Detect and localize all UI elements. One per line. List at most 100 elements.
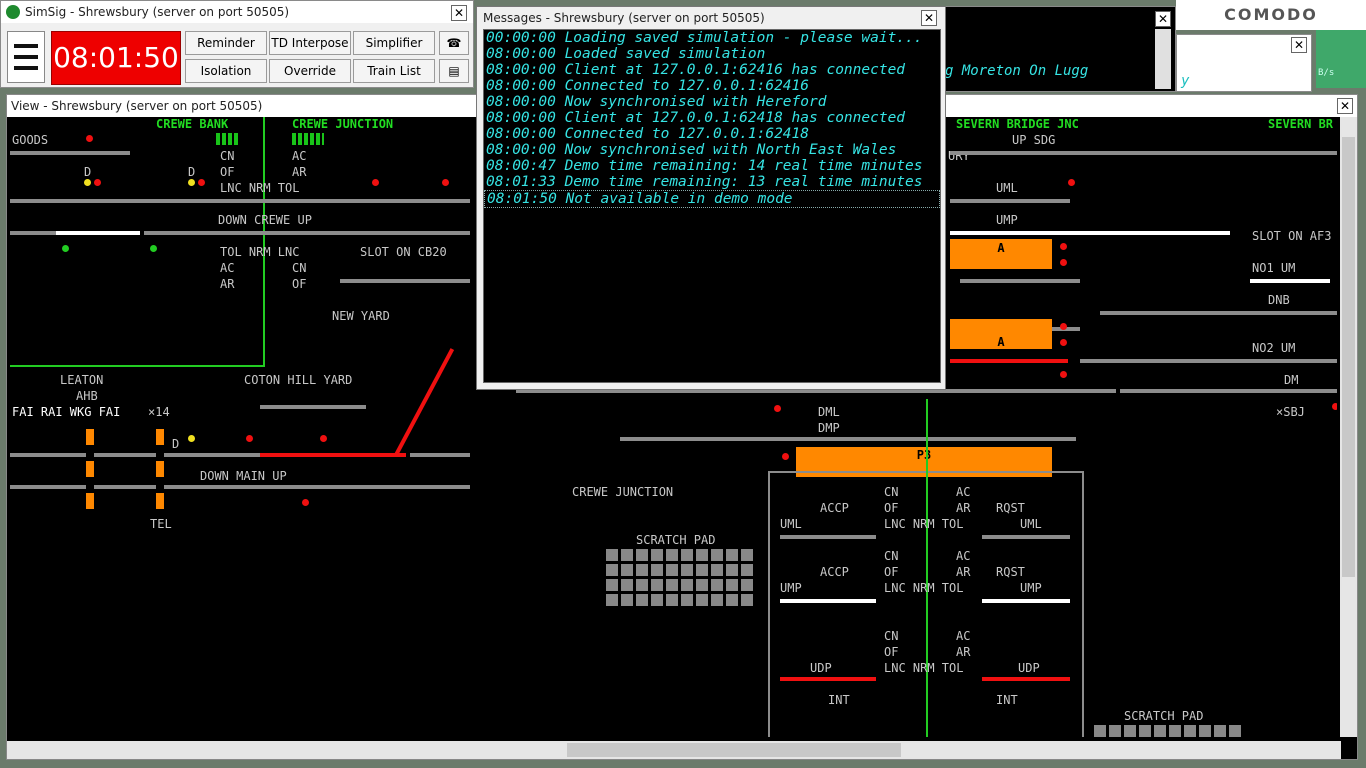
track-occupied[interactable]	[260, 453, 406, 457]
green-panel-divider	[926, 399, 928, 737]
signal[interactable]	[1060, 243, 1067, 250]
signal[interactable]	[188, 435, 195, 442]
signal[interactable]	[302, 499, 309, 506]
label-crewe-bank: CREWE BANK	[156, 117, 229, 131]
platform-label: A	[997, 335, 1005, 349]
vertical-scrollbar[interactable]	[1340, 117, 1357, 737]
track[interactable]	[1100, 311, 1337, 315]
label-udp-r: UDP	[1018, 661, 1040, 675]
close-button[interactable]: ✕	[1291, 37, 1307, 53]
track[interactable]	[780, 535, 876, 539]
signal[interactable]	[1060, 323, 1067, 330]
label-ar-a: AR	[956, 501, 971, 515]
simplifier-button[interactable]: Simplifier	[353, 31, 435, 55]
signal[interactable]	[442, 179, 449, 186]
label-ar-c: AR	[956, 645, 971, 659]
track-occupied[interactable]	[780, 677, 876, 681]
track[interactable]	[10, 453, 260, 457]
message-line: 00:00:00 Loading saved simulation - plea…	[486, 30, 923, 46]
track-route-set[interactable]	[982, 599, 1070, 603]
signal[interactable]	[188, 179, 195, 186]
signal[interactable]	[84, 179, 91, 186]
track[interactable]	[950, 151, 1337, 155]
background-window-2: ✕ y	[1176, 34, 1312, 92]
label-severn-br: SEVERN BR	[1268, 117, 1334, 131]
platform-a1[interactable]: A	[950, 239, 1052, 269]
signal[interactable]	[86, 135, 93, 142]
label-uml: UML	[996, 181, 1018, 195]
track[interactable]	[410, 453, 470, 457]
label-ar1: AR	[292, 165, 307, 179]
signal[interactable]	[150, 245, 157, 252]
signal[interactable]	[372, 179, 379, 186]
scratch-pad-grid-2[interactable]	[1094, 725, 1244, 737]
label-cn-a: CN	[884, 485, 899, 499]
track-occupied[interactable]	[982, 677, 1070, 681]
signal[interactable]	[320, 435, 327, 442]
close-button[interactable]: ✕	[1337, 98, 1353, 114]
track[interactable]	[960, 279, 1080, 283]
signal[interactable]	[1332, 403, 1337, 410]
label-accp-1: ACCP	[820, 501, 849, 515]
track[interactable]	[982, 535, 1070, 539]
phone-button[interactable]: ☎	[439, 31, 469, 55]
signal[interactable]	[774, 405, 781, 412]
platform-a2[interactable]: A	[950, 319, 1052, 349]
horizontal-scrollbar[interactable]	[7, 741, 1341, 759]
signal[interactable]	[782, 453, 789, 460]
track[interactable]	[260, 405, 366, 409]
track[interactable]	[1080, 359, 1337, 363]
message-line: 08:00:00 Client at 127.0.0.1:62418 has c…	[486, 110, 906, 126]
track[interactable]	[10, 231, 56, 235]
label-ump: UMP	[996, 213, 1018, 227]
signal[interactable]	[1060, 371, 1067, 378]
signal[interactable]	[1060, 259, 1067, 266]
track-route-set[interactable]	[950, 231, 1230, 235]
label-slot-af3: SLOT ON AF3	[1252, 229, 1332, 243]
isolation-button[interactable]: Isolation	[185, 59, 267, 83]
track-route-set[interactable]	[1250, 279, 1330, 283]
signal[interactable]	[94, 179, 101, 186]
reminder-button[interactable]: Reminder	[185, 31, 267, 55]
track[interactable]	[10, 199, 470, 203]
scroll-thumb[interactable]	[1342, 137, 1355, 577]
close-button[interactable]: ✕	[921, 10, 937, 26]
track-occupied[interactable]	[950, 359, 1068, 363]
track[interactable]	[1120, 389, 1337, 393]
track[interactable]	[10, 485, 470, 489]
signal[interactable]	[1060, 339, 1067, 346]
label-cn2: CN	[292, 261, 307, 275]
message-line: 08:00:00 Client at 127.0.0.1:62416 has c…	[486, 62, 906, 78]
track[interactable]	[620, 437, 1076, 441]
printer-button[interactable]: ▤	[439, 59, 469, 83]
track[interactable]	[144, 231, 470, 235]
signal[interactable]	[198, 179, 205, 186]
scratch-pad-grid[interactable]	[606, 549, 756, 609]
close-button[interactable]: ✕	[1155, 11, 1171, 27]
track-occupied-diag[interactable]	[394, 348, 455, 456]
close-button[interactable]: ✕	[451, 5, 467, 21]
signal[interactable]	[246, 435, 253, 442]
label-uml-l: UML	[780, 517, 802, 531]
label-crewe-junction-top: CREWE JUNCTION	[292, 117, 394, 131]
override-button[interactable]: Override	[269, 59, 351, 83]
td-interpose-button[interactable]: TD Interpose	[269, 31, 351, 55]
menu-button[interactable]	[7, 31, 45, 83]
label-ar-b: AR	[956, 565, 971, 579]
label-ac-a: AC	[956, 485, 971, 499]
track[interactable]	[340, 279, 470, 283]
label-of-c: OF	[884, 645, 899, 659]
bg-scrollbar[interactable]	[1155, 29, 1171, 89]
label-ump-l: UMP	[780, 581, 802, 595]
label-cn-c: CN	[884, 629, 899, 643]
scroll-thumb[interactable]	[567, 743, 901, 757]
signal[interactable]	[62, 245, 69, 252]
track[interactable]	[10, 151, 130, 155]
track-route-set[interactable]	[780, 599, 876, 603]
track[interactable]	[950, 199, 1070, 203]
train-list-button[interactable]: Train List	[353, 59, 435, 83]
messages-log[interactable]: 00:00:00 Loading saved simulation - plea…	[483, 29, 941, 383]
signal[interactable]	[1068, 179, 1075, 186]
track-route-set[interactable]	[56, 231, 140, 235]
green-block-right	[292, 133, 324, 145]
